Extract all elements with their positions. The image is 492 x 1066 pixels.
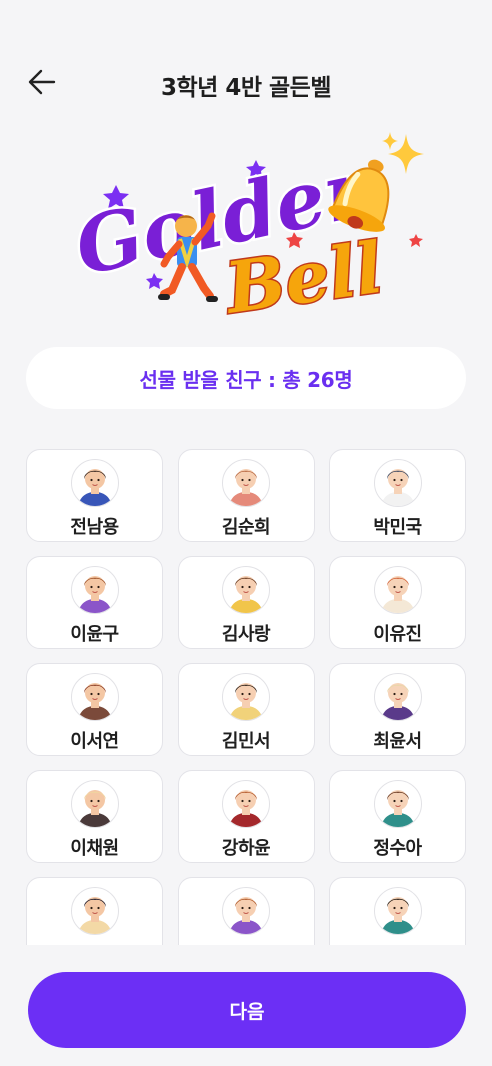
student-card[interactable]: 김민서 [177, 663, 315, 756]
student-name: 이유진 [373, 624, 422, 645]
student-card[interactable]: 김사랑 [177, 556, 315, 649]
avatar [373, 566, 422, 614]
student-name: 최윤서 [373, 731, 422, 752]
golden-bell-logo: Golden Bell [56, 130, 436, 332]
avatar [222, 887, 270, 935]
student-card[interactable]: 강하윤 [177, 770, 315, 863]
student-card[interactable]: 정수아 [329, 770, 466, 863]
avatar [222, 566, 270, 614]
student-card[interactable]: 최윤서 [329, 663, 466, 756]
student-card[interactable]: 박민국 [329, 449, 466, 542]
student-name: 김사랑 [221, 624, 271, 645]
avatar [70, 673, 119, 721]
student-name: 강하윤 [221, 838, 271, 859]
student-card[interactable]: 이채원 [26, 770, 163, 863]
avatar [70, 566, 119, 614]
avatar [222, 673, 270, 721]
avatar [373, 887, 422, 935]
student-name: 박민국 [373, 517, 422, 538]
student-name: 김순희 [221, 517, 271, 538]
student-name: 이채원 [70, 838, 119, 859]
sparkle-icon [382, 132, 398, 150]
avatar [70, 459, 119, 507]
avatar [222, 459, 270, 507]
student-name: 이윤구 [70, 624, 119, 645]
header: 3학년 4반 골든벨 [0, 50, 492, 114]
student-card[interactable]: 전남용 [26, 449, 163, 542]
avatar [70, 780, 119, 828]
student-grid: 전남용 김순희 박민국이윤구 김사랑 이유진이서연 김민서 최윤서이채원 강하윤 정수아 [26, 449, 466, 945]
student-card[interactable] [329, 877, 466, 945]
recipient-count-banner: 선물 받을 친구 : 총 26명 [26, 347, 466, 409]
student-grid-scroll[interactable]: 전남용 김순희 박민국이윤구 김사랑 이유진이서연 김민서 최윤서이채원 강하윤 정수아 [26, 449, 466, 945]
avatar [70, 887, 119, 935]
student-card[interactable] [177, 877, 315, 945]
student-card[interactable]: 이서연 [26, 663, 163, 756]
avatar [222, 780, 270, 828]
avatar [373, 459, 422, 507]
student-card[interactable]: 이유진 [329, 556, 466, 649]
next-button[interactable]: 다음 [28, 972, 466, 1048]
page-title: 3학년 4반 골든벨 [161, 75, 331, 101]
student-card[interactable]: 이윤구 [26, 556, 163, 649]
avatar [373, 780, 422, 828]
student-name: 정수아 [373, 838, 422, 859]
student-card[interactable] [26, 877, 163, 945]
student-name: 이서연 [70, 731, 119, 752]
student-name: 전남용 [70, 517, 119, 538]
student-card[interactable]: 김순희 [177, 449, 315, 542]
student-name: 김민서 [221, 731, 271, 752]
avatar [373, 673, 422, 721]
star-icon [409, 234, 423, 247]
